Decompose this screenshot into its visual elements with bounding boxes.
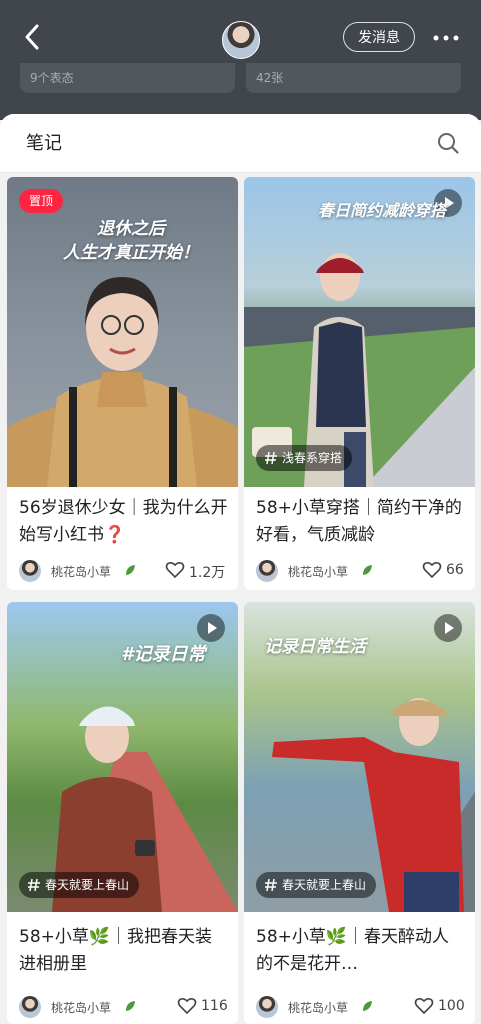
- author-avatar[interactable]: [256, 996, 278, 1018]
- thumbnail-overlay-title: 记录日常生活: [264, 637, 366, 657]
- topic-tag-label: 春天就要上春山: [45, 878, 130, 892]
- note-author[interactable]: 桃花岛小草 116: [19, 996, 229, 1018]
- portrait-photo: [244, 253, 475, 487]
- heart-icon[interactable]: [422, 561, 442, 579]
- topic-tag[interactable]: 春天就要上春山: [256, 872, 377, 898]
- author-name[interactable]: 桃花岛小草: [288, 563, 348, 580]
- topic-tag-label: 浅春系穿搭: [282, 451, 343, 465]
- author-avatar[interactable]: [256, 560, 278, 582]
- leaf-icon: [126, 565, 135, 575]
- notes-header: 笔记: [0, 114, 481, 173]
- heart-icon[interactable]: [177, 997, 197, 1015]
- note-card[interactable]: 记录日常生活 春天就要上春山 58+小草🌿｜春天醉动人的不是花开… 桃花岛小草 …: [244, 602, 475, 1024]
- author-name[interactable]: 桃花岛小草: [51, 999, 111, 1016]
- note-thumbnail[interactable]: 置顶 退休之后 人生才真正开始！: [7, 177, 238, 487]
- thumbnail-overlay-title: 春日简约减龄穿搭: [318, 201, 447, 220]
- notes-sheet: 笔记 置顶 退休之后 人生才真正开始！ 56岁退休少女｜我为什么开始写小红书❓ …: [0, 114, 481, 1024]
- topic-tag-label: 春天就要上春山: [282, 878, 367, 892]
- hashtag-icon: [28, 878, 40, 892]
- leaf-icon: [363, 565, 372, 575]
- thumbnail-overlay-title: #记录日常: [121, 644, 206, 665]
- like-count: 1.2万: [189, 565, 226, 581]
- like-count: 100: [438, 998, 465, 1014]
- author-avatar[interactable]: [19, 996, 41, 1018]
- stat-reactions: 9个表态: [30, 71, 74, 85]
- note-card[interactable]: 置顶 退休之后 人生才真正开始！ 56岁退休少女｜我为什么开始写小红书❓ 桃花岛…: [7, 177, 238, 590]
- author-name[interactable]: 桃花岛小草: [288, 999, 348, 1016]
- stat-card-reactions[interactable]: 9个表态: [20, 63, 235, 93]
- note-thumbnail[interactable]: #记录日常 春天就要上春山: [7, 602, 238, 912]
- note-author[interactable]: 桃花岛小草 66: [256, 560, 466, 582]
- back-icon[interactable]: [18, 22, 48, 52]
- video-play-icon: [197, 614, 225, 642]
- pinned-badge: 置顶: [19, 189, 63, 213]
- topic-tag[interactable]: 浅春系穿搭: [256, 445, 353, 471]
- note-caption[interactable]: 58+小草🌿｜春天醉动人的不是花开…: [256, 924, 466, 978]
- hashtag-icon: [265, 451, 277, 465]
- thumbnail-overlay-title: 退休之后 人生才真正开始！: [63, 219, 199, 263]
- more-icon[interactable]: [430, 26, 462, 50]
- leaf-icon: [126, 1001, 135, 1011]
- note-author[interactable]: 桃花岛小草 100: [256, 996, 466, 1018]
- section-title: 笔记: [26, 133, 62, 154]
- note-card[interactable]: #记录日常 春天就要上春山 58+小草🌿｜我把春天装进相册里 桃花岛小草 116: [7, 602, 238, 1024]
- heart-icon[interactable]: [414, 997, 434, 1015]
- author-avatar[interactable]: [19, 560, 41, 582]
- send-message-button[interactable]: 发消息: [343, 22, 415, 52]
- note-thumbnail[interactable]: 春日简约减龄穿搭 浅春系穿搭: [244, 177, 475, 487]
- topic-tag[interactable]: 春天就要上春山: [19, 872, 140, 898]
- note-caption[interactable]: 56岁退休少女｜我为什么开始写小红书❓: [19, 495, 229, 549]
- stat-photos: 42张: [256, 71, 284, 85]
- hashtag-icon: [265, 878, 277, 892]
- search-icon[interactable]: [436, 131, 460, 155]
- profile-header: 发消息 9个表态 42张: [0, 0, 481, 120]
- leaf-icon: [363, 1001, 372, 1011]
- note-author[interactable]: 桃花岛小草 1.2万: [19, 560, 229, 582]
- video-play-icon: [434, 614, 462, 642]
- note-card[interactable]: 春日简约减龄穿搭 浅春系穿搭 58+小草穿搭｜简约干净的好看，气质减龄 桃花岛小…: [244, 177, 475, 590]
- note-caption[interactable]: 58+小草穿搭｜简约干净的好看，气质减龄: [256, 495, 466, 549]
- profile-avatar[interactable]: [222, 21, 260, 59]
- note-thumbnail[interactable]: 记录日常生活 春天就要上春山: [244, 602, 475, 912]
- author-name[interactable]: 桃花岛小草: [51, 563, 111, 580]
- note-caption[interactable]: 58+小草🌿｜我把春天装进相册里: [19, 924, 229, 978]
- like-count: 66: [446, 562, 464, 578]
- like-count: 116: [201, 998, 228, 1014]
- heart-icon[interactable]: [165, 561, 185, 579]
- stat-card-photos[interactable]: 42张: [246, 63, 461, 93]
